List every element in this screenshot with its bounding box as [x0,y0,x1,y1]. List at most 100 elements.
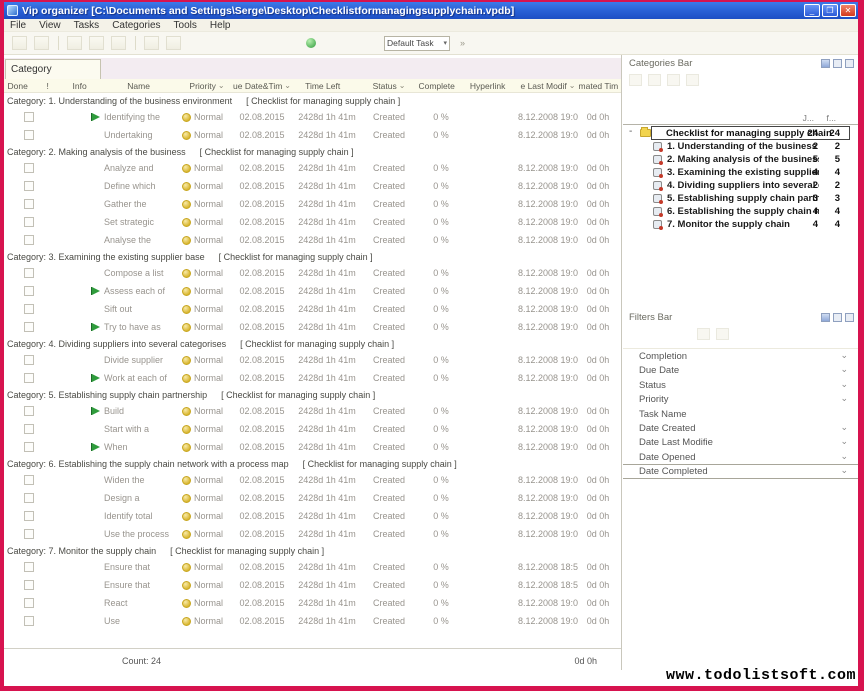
table-row[interactable]: Undertaking Normal 02.08.2015 2428d 1h 4… [4,126,621,144]
new-task-icon[interactable] [12,36,27,50]
category-tree-item[interactable]: 7. Monitor the supply chain 4 4 [623,218,858,231]
close-button[interactable]: ✕ [840,4,856,17]
group-by-chip[interactable]: Category [5,59,101,79]
table-row[interactable]: Set strategic Normal 02.08.2015 2428d 1h… [4,213,621,231]
column-header[interactable]: ue Date&Tim ⌄ [232,79,292,92]
table-row[interactable]: Build Normal 02.08.2015 2428d 1h 41m Cre… [4,402,621,420]
menu-item[interactable]: Tools [174,20,197,31]
tree-col1-header[interactable]: J... [803,113,814,123]
tree-col2-header[interactable]: f... [827,113,836,123]
table-row[interactable]: Analyse the Normal 02.08.2015 2428d 1h 4… [4,231,621,249]
delete-category-icon[interactable] [667,74,680,86]
done-checkbox[interactable] [24,322,34,332]
done-checkbox[interactable] [24,112,34,122]
panel-pin-icon[interactable] [833,59,842,68]
column-header[interactable]: Priority ⌄ [182,79,232,92]
done-checkbox[interactable] [24,235,34,245]
menu-item[interactable]: File [10,20,26,31]
done-checkbox[interactable] [24,493,34,503]
category-tree-root[interactable]: - Checklist for managing supply chain 24… [623,126,858,140]
done-checkbox[interactable] [24,268,34,278]
column-header[interactable]: Name ⌄ [104,79,182,92]
category-group-row[interactable]: Category: 6. Establishing the supply cha… [4,456,621,471]
sort-chevron-icon[interactable]: ⌄ [218,83,225,89]
category-group-row[interactable]: Category: 7. Monitor the supply chain [ … [4,543,621,558]
table-row[interactable]: Assess each of Normal 02.08.2015 2428d 1… [4,282,621,300]
filter-item[interactable]: Date Opened ⌄ [623,450,858,464]
chevron-down-icon[interactable]: ⌄ [840,452,848,460]
menu-item[interactable]: Categories [112,20,160,31]
filter-item[interactable]: Priority ⌄ [623,392,858,406]
panel-menu-icon[interactable] [821,313,830,322]
table-row[interactable]: Analyze and Normal 02.08.2015 2428d 1h 4… [4,159,621,177]
category-tree-item[interactable]: 3. Examining the existing supplier base … [623,166,858,179]
print-icon[interactable] [111,36,126,50]
category-group-row[interactable]: Category: 5. Establishing supply chain p… [4,387,621,402]
done-checkbox[interactable] [24,199,34,209]
category-tree-item[interactable]: 5. Establishing supply chain partnership… [623,192,858,205]
chevron-down-icon[interactable]: ⌄ [840,380,848,388]
done-checkbox[interactable] [24,598,34,608]
category-tree-item[interactable]: 2. Making analysis of the business 5 5 [623,153,858,166]
column-header[interactable]: Complete ⌄ [416,79,466,92]
menu-item[interactable]: Help [210,20,231,31]
panel-close-icon[interactable] [845,313,854,322]
table-row[interactable]: Try to have as Normal 02.08.2015 2428d 1… [4,318,621,336]
chevron-down-icon[interactable]: ⌄ [840,365,848,373]
filter-item[interactable]: Date Created ⌄ [623,421,858,435]
column-header[interactable]: e Last Modif ⌄ [518,79,578,92]
done-checkbox[interactable] [24,373,34,383]
minimize-button[interactable]: _ [804,4,820,17]
chevron-down-icon[interactable]: ⌄ [840,437,848,445]
column-header[interactable]: Info ⌄ [64,79,104,92]
category-group-row[interactable]: Category: 3. Examining the existing supp… [4,249,621,264]
column-header[interactable]: Hyperlink ⌄ [466,79,518,92]
done-checkbox[interactable] [24,163,34,173]
category-tree-item[interactable]: 1. Understanding of the business environ… [623,140,858,153]
category-group-row[interactable]: Category: 2. Making analysis of the busi… [4,144,621,159]
done-checkbox[interactable] [24,304,34,314]
table-row[interactable]: Design a Normal 02.08.2015 2428d 1h 41m … [4,489,621,507]
table-row[interactable]: Identify total Normal 02.08.2015 2428d 1… [4,507,621,525]
add-category-icon[interactable] [629,74,642,86]
done-checkbox[interactable] [24,355,34,365]
menu-item[interactable]: Tasks [74,20,100,31]
category-group-row[interactable]: Category: 1. Understanding of the busine… [4,93,621,108]
table-row[interactable]: Divide supplier Normal 02.08.2015 2428d … [4,351,621,369]
collapse-icon[interactable]: - [629,126,632,137]
menu-item[interactable]: View [39,20,61,31]
filter-item[interactable]: Date Completed ⌄ [623,464,858,478]
done-checkbox[interactable] [24,406,34,416]
table-row[interactable]: Widen the Normal 02.08.2015 2428d 1h 41m… [4,471,621,489]
table-row[interactable]: Ensure that Normal 02.08.2015 2428d 1h 4… [4,558,621,576]
filter-item[interactable]: Due Date ⌄ [623,363,858,377]
table-row[interactable]: Work at each of Normal 02.08.2015 2428d … [4,369,621,387]
delete-task-icon[interactable] [67,36,82,50]
panel-close-icon[interactable] [845,59,854,68]
table-row[interactable]: Identifying the Normal 02.08.2015 2428d … [4,108,621,126]
copy-icon[interactable] [166,36,181,50]
done-checkbox[interactable] [24,475,34,485]
complete-task-icon[interactable] [89,36,104,50]
chevron-down-icon[interactable]: ⌄ [840,394,848,402]
column-header[interactable]: Time Left ⌄ [292,79,362,92]
done-checkbox[interactable] [24,286,34,296]
category-group-row[interactable]: Category: 4. Dividing suppliers into sev… [4,336,621,351]
done-checkbox[interactable] [24,217,34,227]
category-tree-item[interactable]: 6. Establishing the supply chain network… [623,205,858,218]
chevron-down-icon[interactable]: ⌄ [840,423,848,431]
filter-item[interactable]: Completion ⌄ [623,349,858,363]
column-header[interactable]: Estimated Time ⌄ [578,79,618,92]
sort-chevron-icon[interactable]: ⌄ [569,83,576,89]
cut-icon[interactable] [144,36,159,50]
table-row[interactable]: Define which Normal 02.08.2015 2428d 1h … [4,177,621,195]
column-header[interactable]: ! ⌄ [40,79,64,92]
panel-menu-icon[interactable] [821,59,830,68]
done-checkbox[interactable] [24,181,34,191]
category-tree-item[interactable]: 4. Dividing suppliers into several categ… [623,179,858,192]
table-row[interactable]: Sift out Normal 02.08.2015 2428d 1h 41m … [4,300,621,318]
done-checkbox[interactable] [24,616,34,626]
table-row[interactable]: When Normal 02.08.2015 2428d 1h 41m Crea… [4,438,621,456]
sort-chevron-icon[interactable]: ⌄ [399,83,406,89]
task-type-select[interactable]: Default Task ▾ [384,36,450,51]
